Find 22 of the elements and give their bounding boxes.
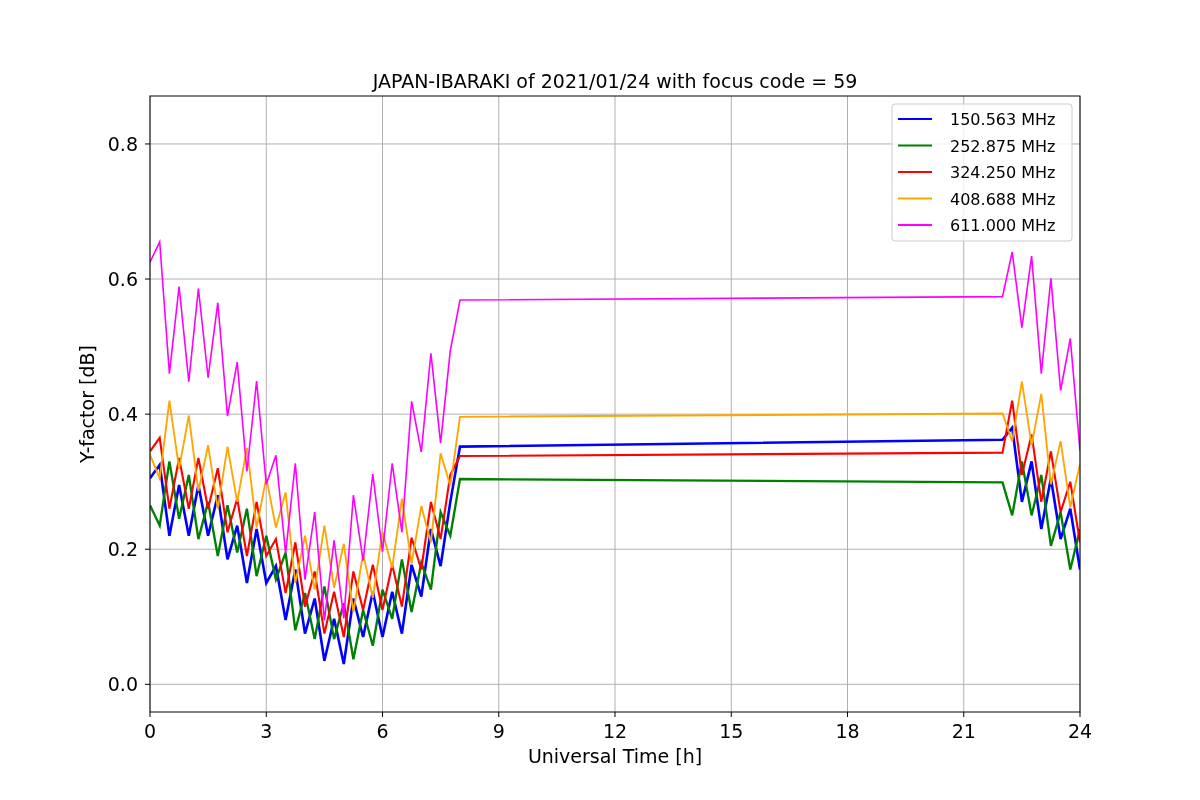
x-tick-label: 18 [835, 720, 860, 742]
legend-label: 150.563 MHz [950, 110, 1056, 129]
x-axis-label: Universal Time [h] [527, 745, 703, 767]
x-tick-label: 3 [260, 720, 273, 742]
x-tick-label: 15 [719, 720, 744, 742]
chart-title: JAPAN-IBARAKI of 2021/01/24 with focus code = 59 [372, 70, 858, 92]
y-tick-label: 0.8 [107, 132, 138, 155]
y-tick-label: 0.0 [107, 673, 138, 696]
y-tick-label: 0.4 [107, 403, 138, 426]
legend-label: 252.875 MHz [950, 136, 1056, 156]
y-tick-label: 0.6 [107, 268, 138, 291]
legend-label: 324.250 MHz [950, 163, 1056, 182]
y-tick-label: 0.2 [107, 538, 138, 561]
y-axis-label: Y-factor [dB] [76, 345, 98, 463]
x-tick-label: 6 [376, 720, 389, 742]
legend-label: 408.688 MHz [950, 189, 1056, 209]
x-tick-label: 12 [602, 720, 628, 742]
x-tick-label: 9 [492, 720, 505, 742]
legend-label: 611.000 MHz [950, 216, 1056, 235]
x-tick-label: 24 [1067, 720, 1093, 742]
x-tick-label: 21 [951, 720, 976, 742]
x-tick-label: 0 [143, 720, 157, 742]
